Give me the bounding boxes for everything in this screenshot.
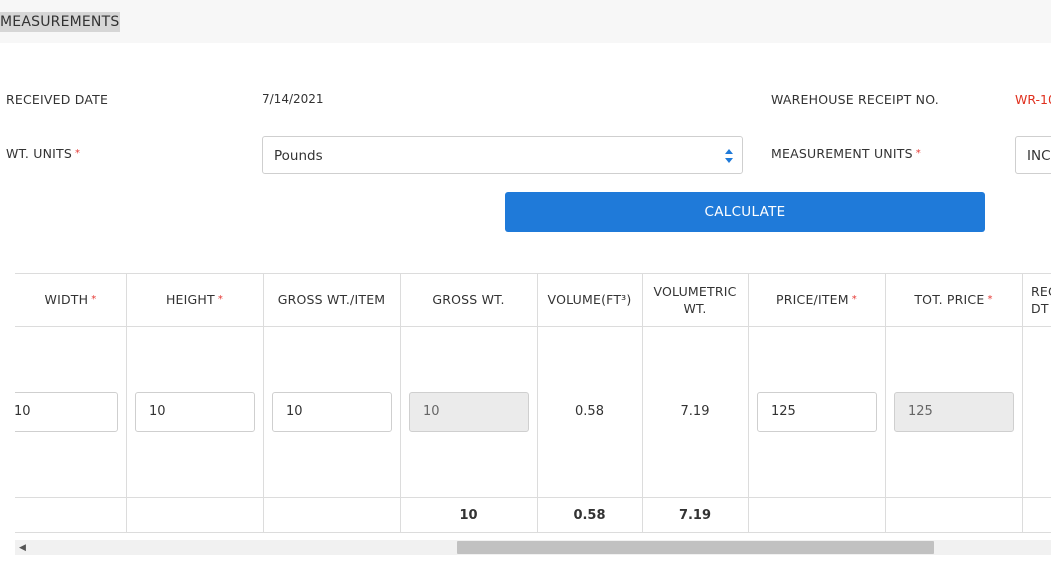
total-volumetric-wt: 7.19 [678, 508, 712, 523]
header-height: HEIGHT * [126, 273, 263, 326]
header-rec-dt-line2: DT [1031, 300, 1049, 316]
scroll-left-arrow-icon[interactable]: ◀ [19, 543, 26, 553]
total-volume: 0.58 [573, 508, 606, 523]
received-date-label: RECEIVED DATE [6, 92, 109, 107]
header-width-text: WIDTH [44, 292, 89, 307]
header-height-text: HEIGHT [165, 292, 215, 307]
required-mark: * [915, 148, 921, 159]
wt-units-select[interactable]: Pounds [262, 136, 743, 174]
header-volumetric-wt-line2: WT. [683, 300, 707, 316]
wt-units-selected: Pounds [274, 148, 323, 164]
table-header-divider [15, 326, 1051, 327]
header-rec-dt-line1: REC [1031, 283, 1051, 299]
measurement-units-label: MEASUREMENT UNITS * [771, 146, 921, 161]
required-mark: * [851, 294, 857, 305]
calculate-button[interactable]: CALCULATE [505, 192, 985, 232]
required-mark: * [987, 294, 993, 305]
required-mark: * [217, 294, 224, 305]
required-mark: * [75, 148, 81, 159]
volumetric-wt-value: 7.19 [680, 404, 710, 419]
section-header [0, 0, 1051, 43]
required-mark: * [91, 294, 97, 305]
header-gross-wt: GROSS WT. [432, 292, 505, 307]
section-title: MEASUREMENTS [0, 12, 121, 32]
gross-wt-item-input[interactable]: 10 [272, 392, 392, 432]
header-price-item: PRICE/ITEM * [748, 273, 885, 326]
header-tot-price: TOT. PRICE * [885, 273, 1022, 326]
wt-units-label: WT. UNITS * [6, 146, 80, 161]
received-date-value: 7/14/2021 [262, 92, 324, 106]
table-border-bottom [15, 532, 1051, 533]
price-item-input[interactable]: 125 [757, 392, 877, 432]
header-volume: VOLUME(FT³) [547, 292, 632, 307]
header-price-item-text: PRICE/ITEM [776, 292, 849, 307]
warehouse-receipt-label: WAREHOUSE RECEIPT NO. [771, 92, 939, 107]
measurement-units-select[interactable]: INCHES [1015, 136, 1051, 174]
measurement-units-label-text: MEASUREMENT UNITS [771, 146, 913, 161]
width-input[interactable]: 10 [0, 392, 118, 432]
header-volumetric-wt: VOLUMETRIC WT. [642, 273, 748, 326]
gross-wt-field: 10 [409, 392, 529, 432]
header-gross-wt-item: GROSS WT./ITEM [277, 292, 386, 307]
header-width: WIDTH * [15, 273, 126, 326]
wt-units-label-text: WT. UNITS [6, 146, 73, 161]
header-rec-dt: RECDT [1031, 273, 1051, 326]
volume-value: 0.58 [575, 404, 604, 419]
scrollbar-thumb[interactable] [457, 541, 934, 554]
header-tot-price-text: TOT. PRICE [914, 292, 985, 307]
table-row-divider [15, 497, 1051, 498]
height-input[interactable]: 10 [135, 392, 255, 432]
col-divider [1022, 273, 1023, 533]
table-clip-mask [0, 380, 15, 440]
select-arrows-icon [725, 149, 733, 163]
total-gross-wt: 10 [459, 508, 478, 523]
measurement-units-selected: INCHES [1027, 148, 1051, 164]
warehouse-receipt-link[interactable]: WR-10 [1015, 92, 1051, 107]
header-volumetric-wt-line1: VOLUMETRIC [653, 283, 737, 299]
tot-price-field: 125 [894, 392, 1014, 432]
